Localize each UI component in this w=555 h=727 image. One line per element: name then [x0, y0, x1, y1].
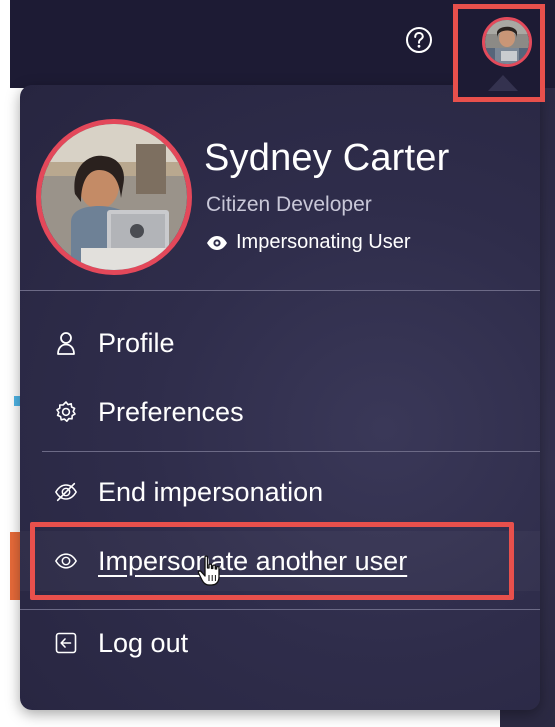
- screenshot-stage: Sydney Carter Citizen Developer Imperson…: [0, 0, 555, 727]
- impersonation-status-label: Impersonating User: [236, 231, 411, 253]
- gear-icon: [54, 400, 78, 424]
- menu-item-profile[interactable]: Profile: [20, 313, 540, 373]
- menu-item-label: Log out: [98, 627, 189, 658]
- user-menu-dropdown: Sydney Carter Citizen Developer Imperson…: [20, 85, 540, 710]
- avatar-button[interactable]: [482, 17, 532, 67]
- menu-caret: [488, 71, 518, 91]
- menu-item-end-impersonation[interactable]: End impersonation: [20, 462, 540, 522]
- page-background-accent: [10, 532, 20, 600]
- eye-slash-icon: [54, 480, 78, 504]
- profile-photo: [36, 119, 192, 275]
- help-button[interactable]: [405, 26, 433, 54]
- user-avatar-image: [485, 20, 529, 64]
- menu-item-label: Impersonate another user: [98, 545, 408, 576]
- eye-icon: [207, 235, 227, 250]
- user-role: Citizen Developer: [206, 193, 372, 216]
- menu-item-impersonate-another-user[interactable]: Impersonate another user: [20, 531, 540, 591]
- avatar-button-highlight: [453, 4, 545, 102]
- menu-item-preferences[interactable]: Preferences: [20, 382, 540, 442]
- user-profile-image: [41, 124, 187, 270]
- menu-item-log-out[interactable]: Log out: [20, 613, 540, 673]
- menu-divider: [20, 290, 540, 291]
- help-icon: [406, 27, 432, 53]
- hand-cursor-icon: [196, 555, 224, 587]
- impersonation-status: Impersonating User: [206, 231, 411, 254]
- menu-divider: [20, 609, 540, 610]
- menu-item-label: End impersonation: [98, 476, 324, 507]
- menu-divider: [42, 451, 540, 452]
- menu-item-label: Profile: [98, 327, 175, 358]
- person-icon: [54, 331, 78, 355]
- logout-icon: [54, 631, 78, 655]
- user-name: Sydney Carter: [204, 137, 450, 179]
- eye-icon: [54, 549, 78, 573]
- menu-item-label: Preferences: [98, 396, 244, 427]
